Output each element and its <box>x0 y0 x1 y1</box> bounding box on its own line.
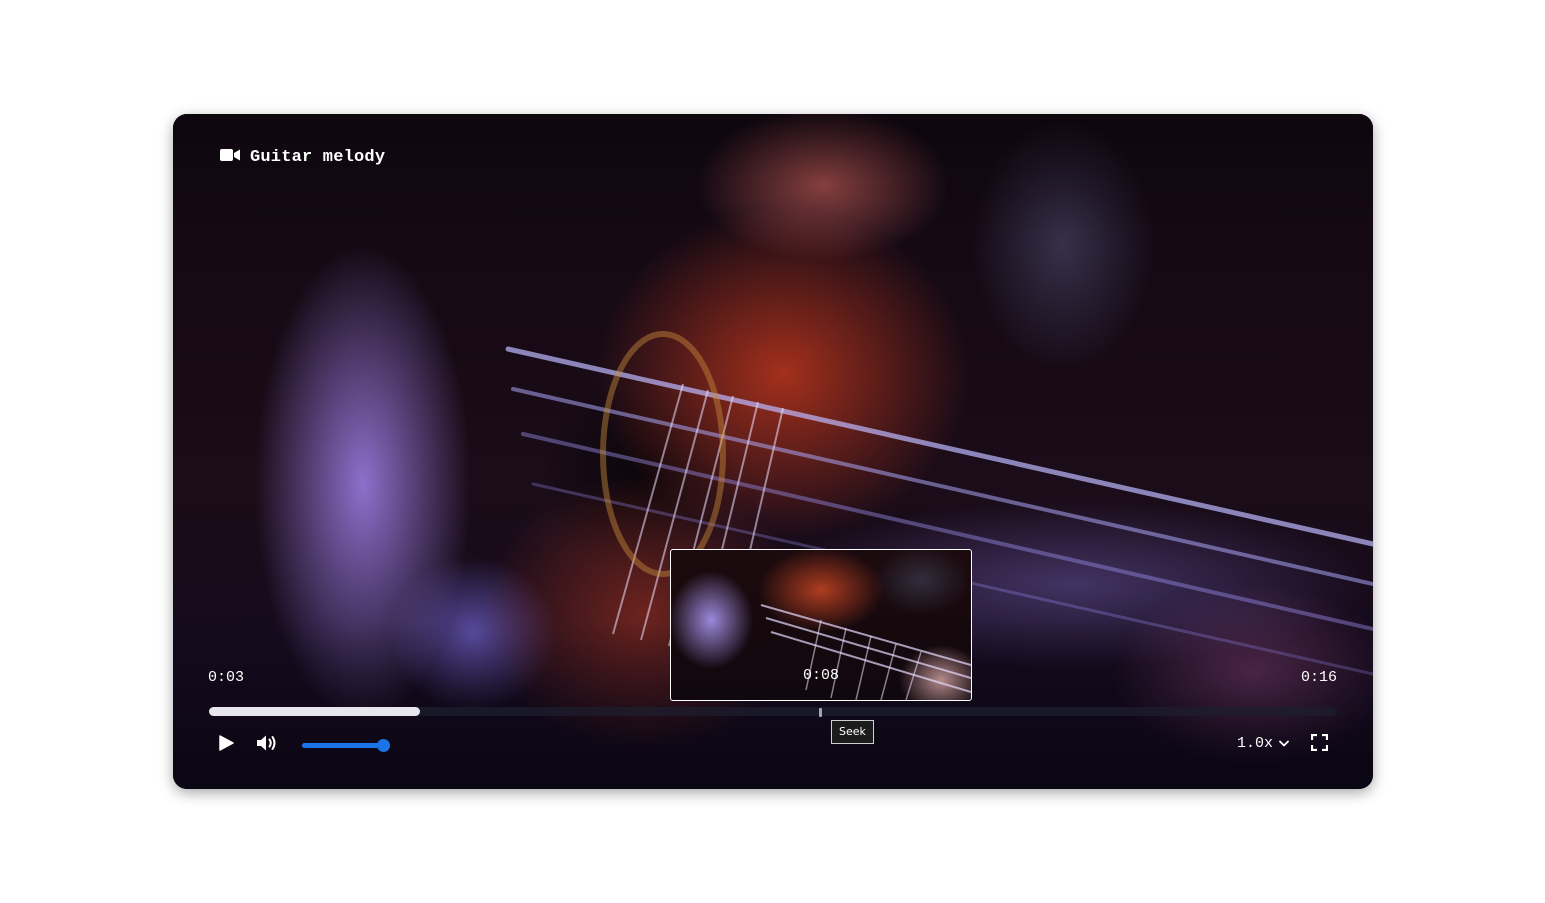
current-time: 0:03 <box>208 669 245 686</box>
playback-speed-button[interactable]: 1.0x <box>1237 735 1289 752</box>
seek-hover-marker <box>819 708 822 717</box>
volume-button[interactable] <box>254 735 282 755</box>
volume-slider-fill <box>302 743 383 748</box>
fullscreen-icon <box>1310 733 1328 756</box>
play-button[interactable] <box>213 734 239 756</box>
seek-preview-thumbnail: 0:08 <box>670 549 972 701</box>
volume-high-icon <box>256 734 280 757</box>
seek-bar-played <box>209 707 420 716</box>
play-icon <box>218 734 234 756</box>
video-camera-icon <box>220 148 240 167</box>
playback-speed-label: 1.0x <box>1236 735 1273 752</box>
volume-slider[interactable] <box>302 739 390 752</box>
seek-bar[interactable] <box>209 707 1337 716</box>
video-title-bar: Guitar melody <box>220 148 385 167</box>
control-bar: 1.0x <box>173 729 1373 761</box>
chevron-down-icon <box>1279 735 1289 752</box>
volume-slider-thumb[interactable] <box>376 739 390 752</box>
video-title: Guitar melody <box>250 148 386 167</box>
fullscreen-button[interactable] <box>1309 733 1329 756</box>
total-duration: 0:16 <box>1300 669 1337 686</box>
seek-preview-time: 0:08 <box>802 667 839 684</box>
video-player[interactable]: Guitar melody 0:08 0:03 0:16 Seek 1.0x <box>173 114 1373 789</box>
